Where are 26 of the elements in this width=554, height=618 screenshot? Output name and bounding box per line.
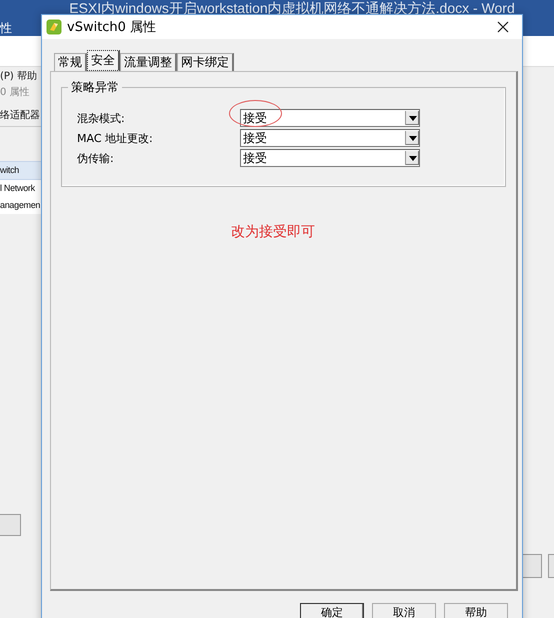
- button[interactable]: 帮助: [444, 603, 508, 618]
- field-label: 混杂模式:: [77, 110, 126, 126]
- list-item[interactable]: witch: [0, 161, 42, 180]
- tab[interactable]: 常规: [54, 53, 87, 71]
- dropdown[interactable]: 接受: [240, 109, 420, 127]
- dialog-title: vSwitch0 属性: [67, 19, 158, 36]
- field-label: MAC 地址更改:: [77, 130, 154, 146]
- dropdown[interactable]: 接受: [240, 129, 420, 147]
- group-title: 策略异常: [68, 80, 122, 95]
- annotation-text: 改为接受即可: [231, 223, 316, 241]
- field-label: 伪传输:: [77, 150, 115, 166]
- close-button[interactable]: [496, 20, 510, 34]
- tab[interactable]: 流量调整: [120, 53, 177, 71]
- dropdown[interactable]: 接受: [240, 149, 420, 167]
- tab[interactable]: 网卡绑定: [177, 53, 234, 71]
- ribbon-tab[interactable]: 性: [0, 20, 12, 36]
- button[interactable]: 取消: [372, 603, 436, 618]
- list-item[interactable]: anagemen: [0, 197, 42, 214]
- dialog-title: 0 属性: [0, 86, 31, 100]
- list-item[interactable]: l Network: [0, 180, 42, 197]
- app-icon: [46, 19, 62, 35]
- menu-item[interactable]: 帮助: [16, 69, 37, 83]
- tab[interactable]: 安全: [87, 50, 120, 71]
- menu-item[interactable]: (P): [0, 70, 14, 82]
- button[interactable]: 确定: [300, 603, 364, 618]
- section-label: 络适配器: [0, 108, 41, 123]
